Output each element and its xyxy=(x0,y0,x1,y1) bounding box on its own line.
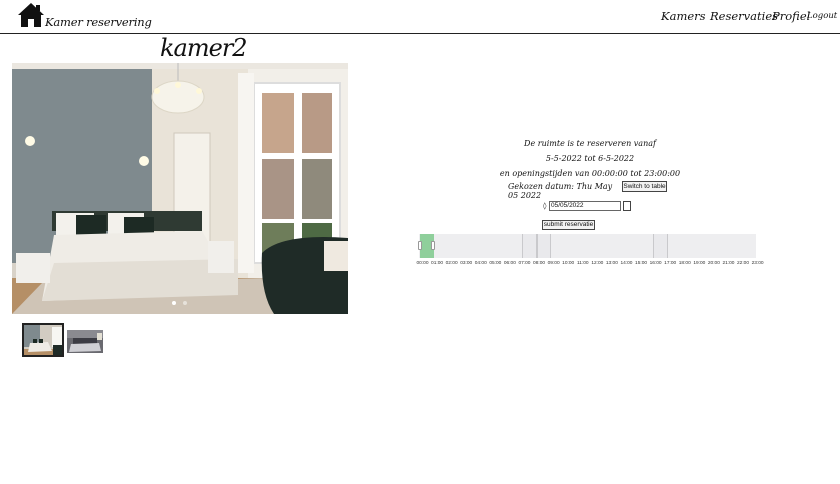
timeline-tick-label: 10:00 xyxy=(562,261,575,266)
timeline-tick-label: 21:00 xyxy=(722,261,735,266)
timeline-tick-label: 07:00 xyxy=(518,261,531,266)
top-navbar: Kamer reservering Kamers Reservaties Pro… xyxy=(0,0,840,34)
timeline-tick-label: 03:00 xyxy=(460,261,473,266)
timeline-tick-label: 20:00 xyxy=(707,261,720,266)
room-title: kamer2 xyxy=(160,34,248,62)
nav-kamers[interactable]: Kamers xyxy=(661,9,706,23)
booked-slot xyxy=(537,234,551,258)
thumbnail-2[interactable] xyxy=(67,330,103,353)
timeline-tick-label: 09:00 xyxy=(547,261,560,266)
carousel-dot-1[interactable] xyxy=(172,301,176,305)
timeline-tick-label: 23:00 xyxy=(751,261,764,266)
date-picker-toggle[interactable] xyxy=(623,201,631,211)
timeline-tick-label: 04:00 xyxy=(474,261,487,266)
room-photo-carousel[interactable] xyxy=(12,63,348,314)
date-prefix-icon: ◊ xyxy=(543,202,547,210)
timeline-tick-label: 19:00 xyxy=(693,261,706,266)
carousel-dot-2[interactable] xyxy=(183,301,187,305)
home-icon[interactable] xyxy=(17,2,45,28)
timeline-tick-label: 14:00 xyxy=(620,261,633,266)
timeline-tick-label: 00:00 xyxy=(416,261,429,266)
availability-opening-hours: en openingstijden van 00:00:00 tot 23:00… xyxy=(499,169,681,178)
timeline-tick-label: 17:00 xyxy=(664,261,677,266)
timeline-tick-label: 15:00 xyxy=(635,261,648,266)
range-end-handle[interactable] xyxy=(431,241,435,250)
timeline-tick-label: 22:00 xyxy=(737,261,750,266)
timeline-tick-label: 02:00 xyxy=(445,261,458,266)
time-range-slider[interactable] xyxy=(419,234,756,258)
timeline-tick-label: 05:00 xyxy=(489,261,502,266)
range-start-handle[interactable] xyxy=(418,241,422,250)
switch-to-table-button[interactable]: Switch to table xyxy=(622,181,667,192)
nav-profiel[interactable]: Profiel xyxy=(772,9,810,23)
thumbnail-1[interactable] xyxy=(22,323,64,357)
availability-heading: De ruimte is te reserveren vanaf xyxy=(524,139,656,148)
date-field[interactable]: 05/05/2022 xyxy=(549,201,621,211)
logout-link[interactable]: Logout xyxy=(807,11,837,21)
timeline-tick-label: 18:00 xyxy=(678,261,691,266)
timeline-tick-label: 16:00 xyxy=(649,261,662,266)
timeline-tick-label: 12:00 xyxy=(591,261,604,266)
timeline-tick-label: 01:00 xyxy=(431,261,444,266)
submit-reservation-button[interactable]: submit reservatie xyxy=(542,220,595,230)
chosen-date-text: Gekozen datum: Thu May 05 2022 xyxy=(508,182,613,200)
booked-slot xyxy=(653,234,668,258)
timeline-tick-label: 11:00 xyxy=(576,261,589,266)
availability-date-range: 5-5-2022 tot 6-5-2022 xyxy=(545,154,635,163)
timeline-tick-label: 06:00 xyxy=(503,261,516,266)
booked-slot xyxy=(522,234,537,258)
nav-reservaties[interactable]: Reservaties xyxy=(710,9,778,23)
timeline-tick-label: 13:00 xyxy=(605,261,618,266)
brand-title[interactable]: Kamer reservering xyxy=(45,15,152,29)
bedroom-photo xyxy=(12,63,348,314)
timeline-tick-label: 08:00 xyxy=(533,261,546,266)
